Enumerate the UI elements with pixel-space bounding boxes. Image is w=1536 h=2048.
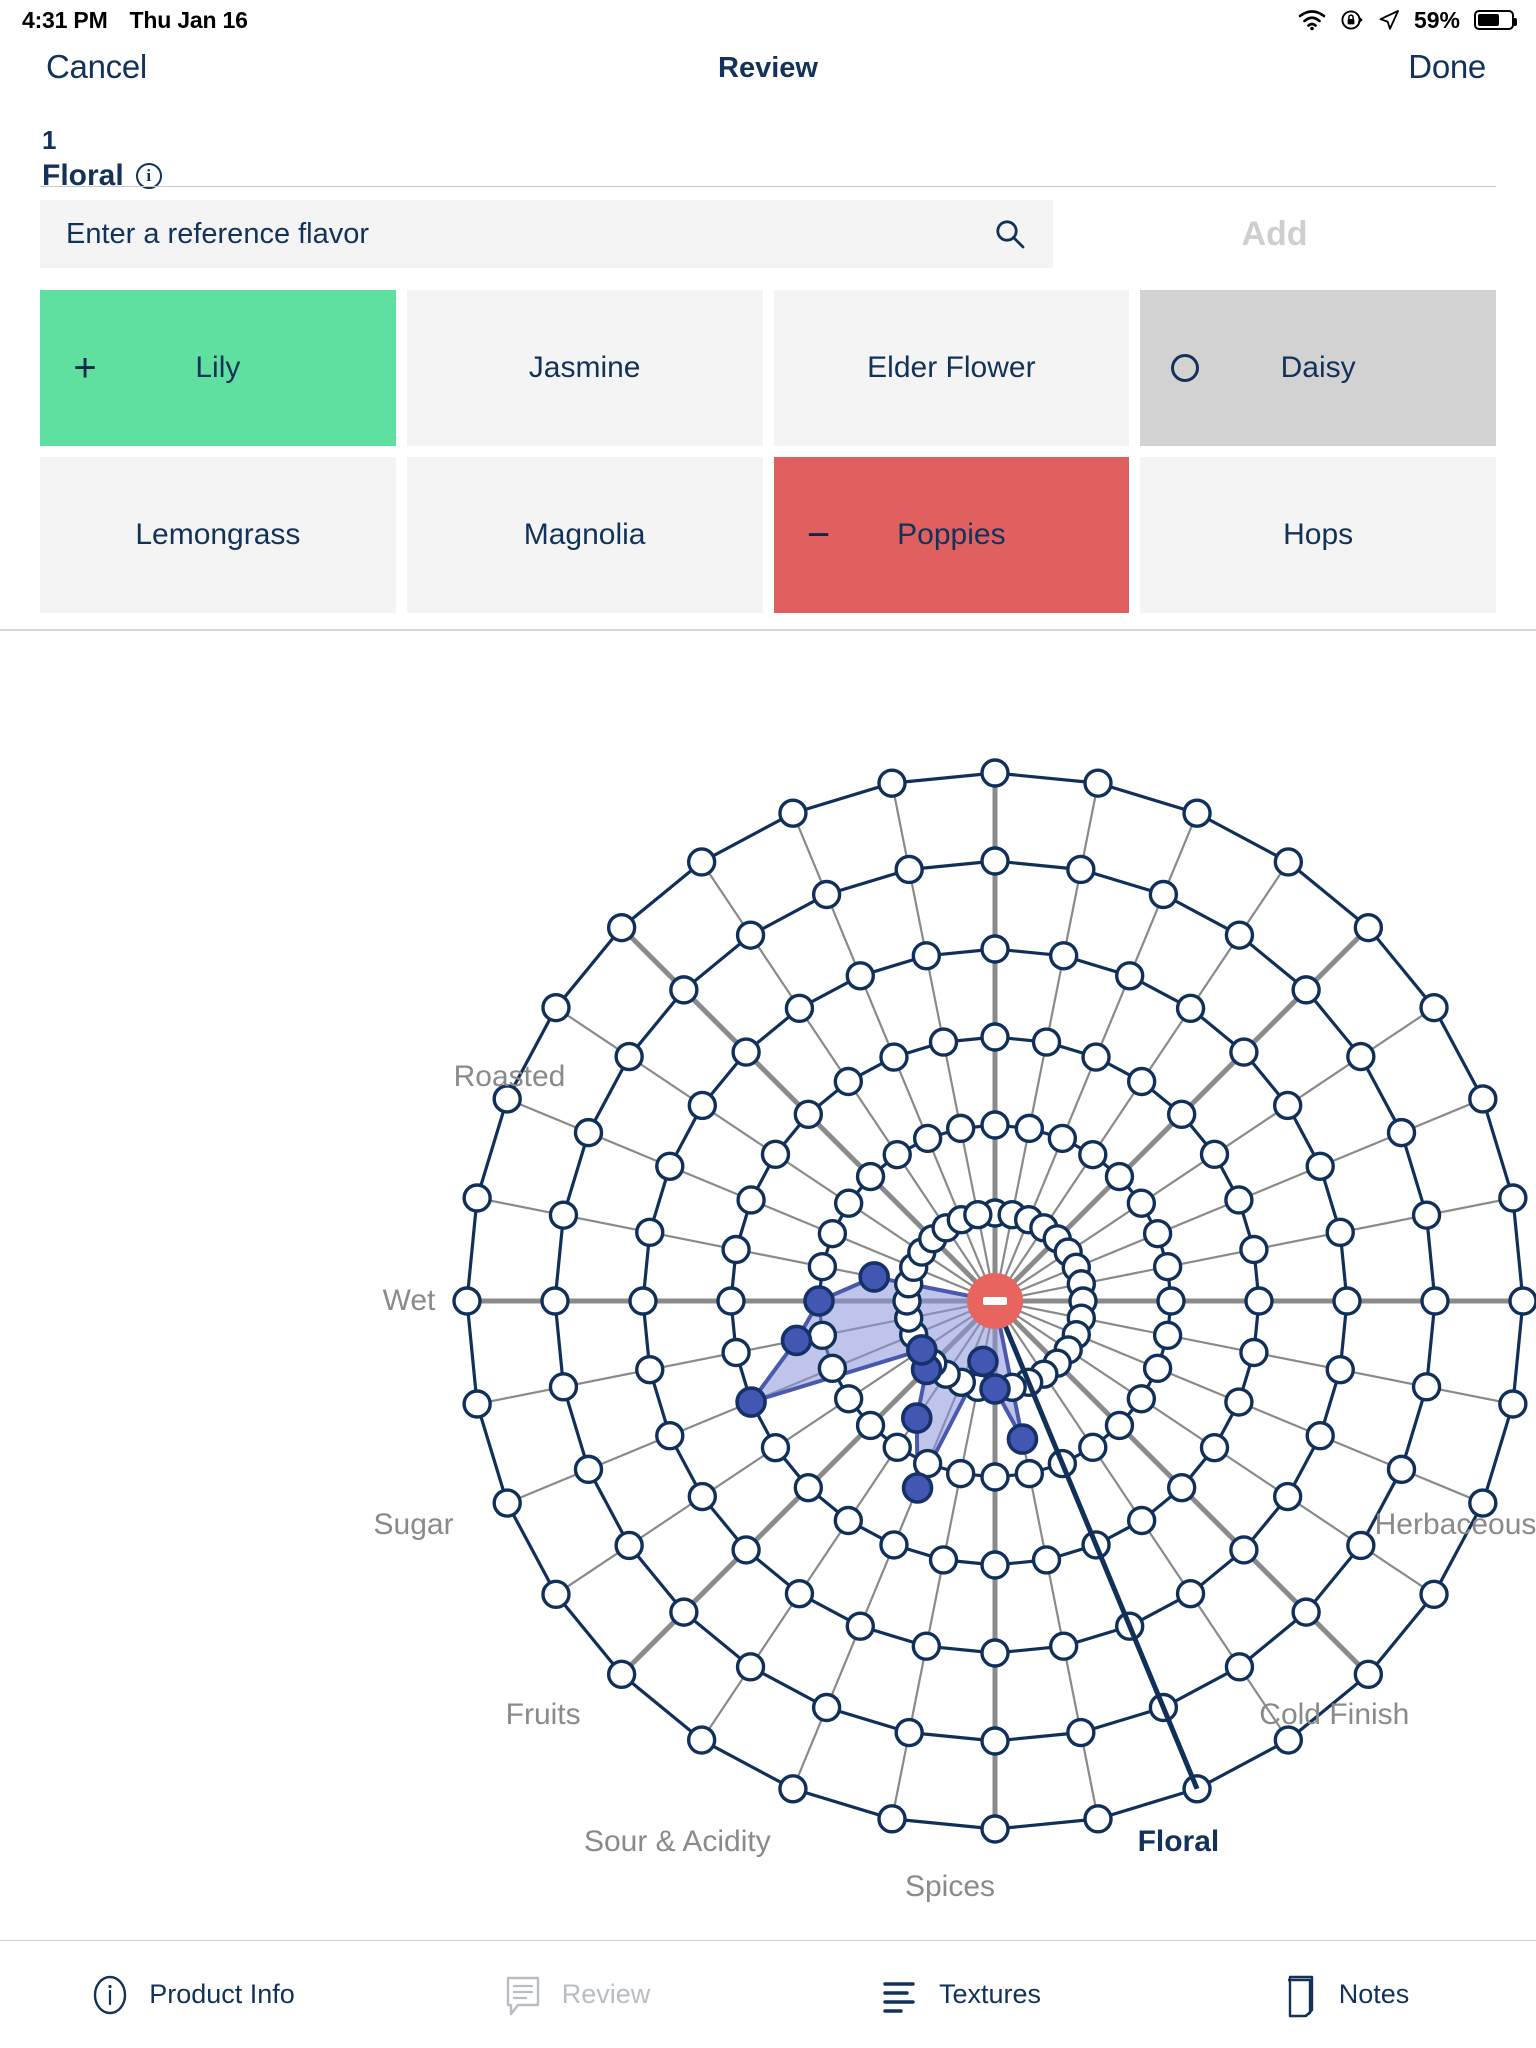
done-button[interactable]: Done [1408, 48, 1486, 86]
tab-label: Notes [1338, 1979, 1410, 2009]
flavor-tile-label: Jasmine [528, 351, 641, 384]
rotation-lock-icon [1341, 10, 1363, 30]
location-arrow-icon [1379, 10, 1399, 30]
list-lines-icon [883, 1981, 915, 2013]
flavor-tile-label: Hops [1283, 518, 1354, 551]
category-index: 1 [42, 125, 57, 155]
radar-axis-label[interactable]: Roasted [454, 1060, 566, 1094]
search-input[interactable] [66, 217, 993, 251]
flavor-tile-label: Lemongrass [135, 518, 301, 551]
radar-axis-label[interactable]: Sour & Acidity [584, 1825, 771, 1859]
battery-icon [1474, 10, 1517, 30]
category-name: Floral [42, 158, 124, 192]
category-row: Floral i [42, 159, 162, 193]
battery-percent: 59% [1413, 6, 1460, 33]
search-icon[interactable] [993, 217, 1027, 251]
status-bar-left: 4:31 PM Thu Jan 16 [22, 7, 248, 34]
search-row: Add [40, 200, 1496, 268]
bottom-tab-bar: Product Info Review Textures Notes [0, 1940, 1536, 2048]
tab-product-info[interactable]: Product Info [0, 1972, 384, 2018]
radar-svg[interactable] [0, 631, 1536, 1940]
app-screen: 4:31 PM Thu Jan 16 59% Cancel Review Don… [0, 0, 1536, 2048]
flavor-tile-label: Magnolia [523, 518, 646, 551]
flavor-tile[interactable]: − Poppies [773, 457, 1130, 613]
comment-lines-icon [506, 1976, 539, 2015]
flavor-tile[interactable]: Lemongrass [40, 457, 396, 613]
flavor-tile[interactable]: Elder Flower [773, 290, 1130, 446]
tab-review[interactable]: Review [384, 1972, 768, 2018]
tab-label: Textures [938, 1979, 1042, 2009]
flavor-tile-label: Lily [195, 351, 241, 384]
search-box[interactable] [40, 200, 1053, 268]
info-circle-icon [94, 1975, 127, 2014]
tab-notes[interactable]: Notes [1152, 1972, 1536, 2018]
page-title: Review [718, 52, 818, 84]
note-page-icon [1287, 1975, 1313, 2017]
minus-icon: − [806, 513, 831, 557]
flavor-tile-grid: + Lily Jasmine Elder Flower Daisy Lemong… [40, 290, 1496, 613]
status-bar: 4:31 PM Thu Jan 16 59% [0, 0, 1536, 40]
flavor-radar-chart[interactable]: Wet Roasted Sugar Fruits Sour & Acidity Spice… [0, 631, 1536, 1940]
add-button[interactable]: Add [1053, 200, 1496, 268]
status-bar-right: 59% [1298, 6, 1517, 34]
info-icon[interactable]: i [135, 162, 162, 189]
flavor-tile[interactable]: Jasmine [406, 290, 763, 446]
tab-label: Product Info [149, 1979, 295, 2009]
flavor-tile[interactable]: Daisy [1140, 290, 1496, 446]
radar-axis-label[interactable]: Floral [1138, 1825, 1220, 1859]
flavor-tile-label: Elder Flower [867, 351, 1036, 384]
flavor-tile[interactable]: + Lily [40, 290, 396, 446]
tab-textures[interactable]: Textures [768, 1972, 1152, 2018]
category-header: 1 Floral i [42, 126, 162, 193]
flavor-tile[interactable]: Magnolia [406, 457, 763, 613]
flavor-tile[interactable]: Hops [1140, 457, 1496, 613]
tab-label: Review [561, 1979, 651, 2009]
radar-axis-label[interactable]: Fruits [506, 1698, 581, 1732]
wifi-icon [1298, 10, 1326, 31]
plus-icon: + [73, 346, 97, 390]
flavor-tile-label: Daisy [1280, 351, 1356, 384]
radar-axis-label[interactable]: Cold Finish [1259, 1698, 1409, 1732]
status-time: 4:31 PM [22, 6, 108, 33]
status-date: Thu Jan 16 [129, 6, 248, 33]
radar-axis-label[interactable]: Spices [905, 1870, 995, 1904]
flavor-tile-label: Poppies [897, 518, 1006, 551]
radar-axis-label[interactable]: Sugar [374, 1508, 454, 1542]
header-divider [40, 186, 1496, 187]
nav-bar: Cancel Review Done [0, 40, 1536, 102]
circle-icon [1168, 351, 1202, 385]
radar-axis-label[interactable]: Wet [383, 1284, 436, 1318]
radar-axis-label[interactable]: Herbaceous [1375, 1508, 1536, 1542]
